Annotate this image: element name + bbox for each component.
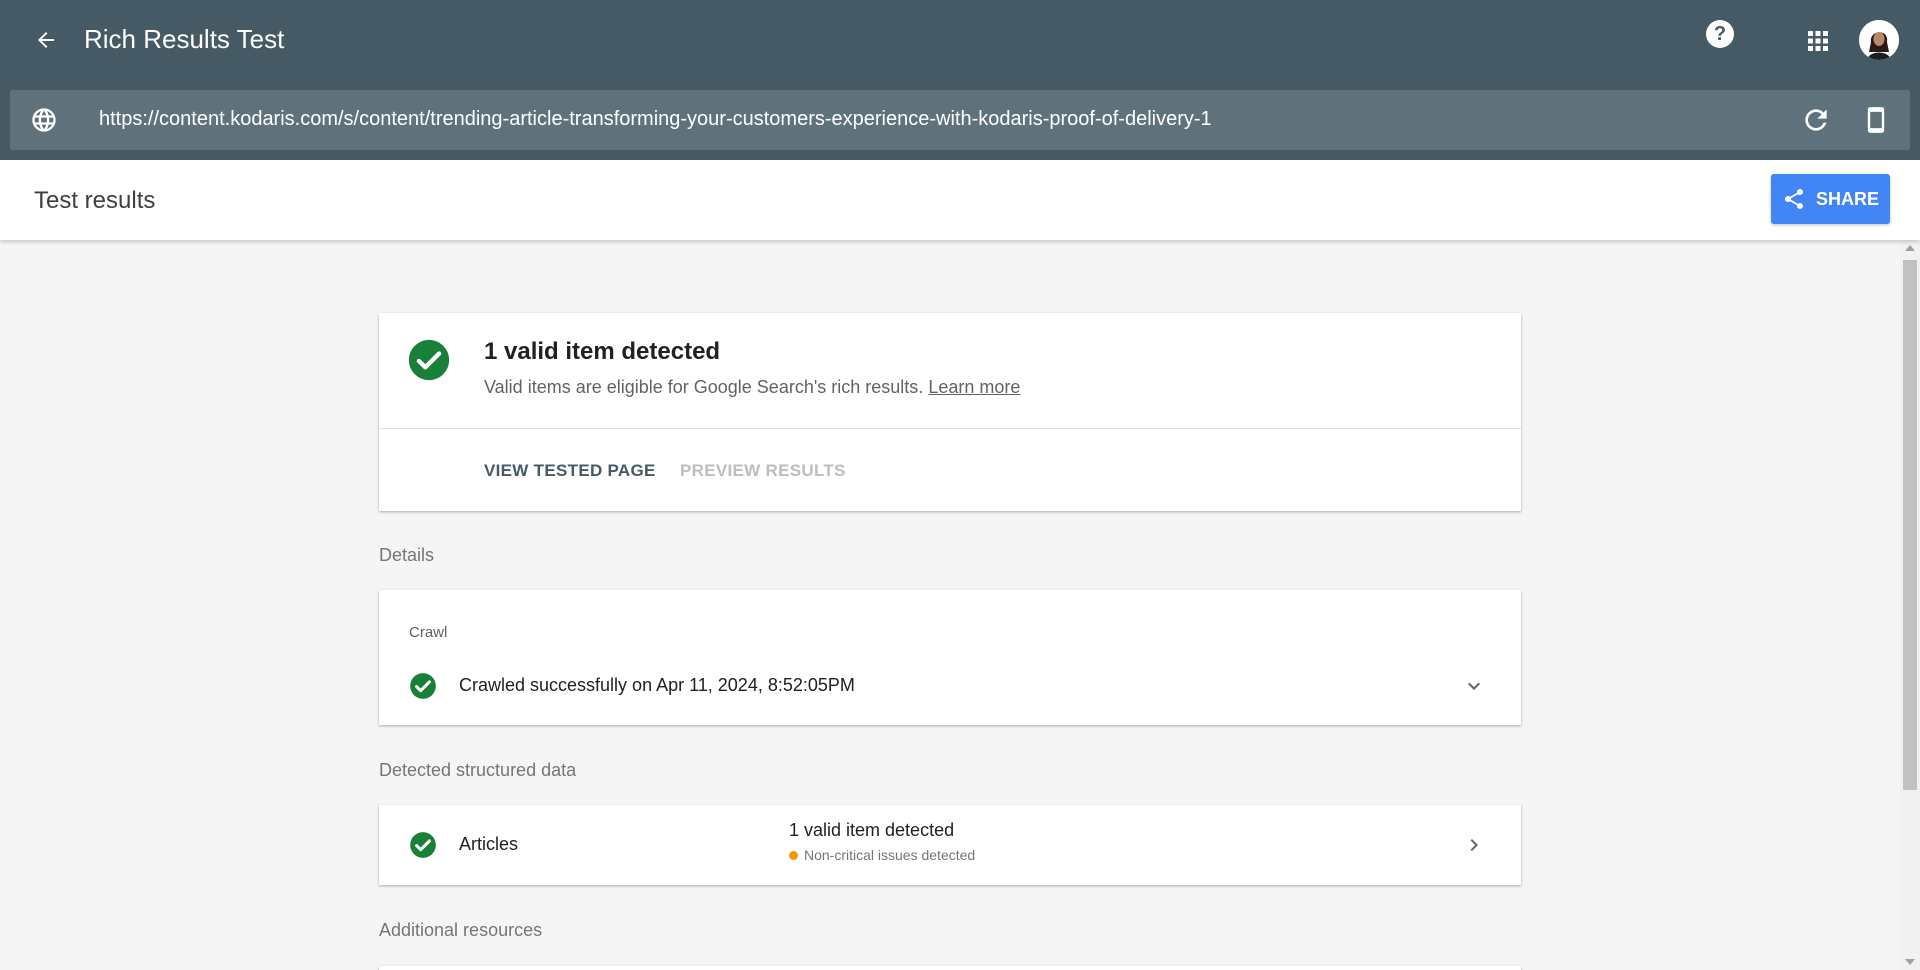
avatar[interactable] [1859,20,1899,60]
main-content: 1 valid item detected Valid items are el… [0,240,1900,970]
url-input[interactable]: https://content.kodaris.com/s/content/tr… [99,108,1212,131]
summary-title: 1 valid item detected [484,338,721,365]
check-circle-icon [410,832,436,858]
refresh-icon[interactable] [1800,104,1832,136]
app-header: Rich Results Test ? https://content.koda… [0,0,1920,160]
apps-grid-icon[interactable] [1803,26,1833,56]
structured-data-heading: Detected structured data [379,760,577,780]
learn-more-link[interactable]: Learn more [928,377,1020,397]
url-bar: https://content.kodaris.com/s/content/tr… [10,90,1910,150]
scroll-up-icon[interactable] [1905,245,1915,251]
additional-resources-card [379,966,1521,970]
check-circle-icon [410,673,436,699]
articles-row[interactable]: Articles 1 valid item detected Non-criti… [379,805,1521,885]
articles-substatus: Non-critical issues detected [789,847,975,863]
summary-description: Valid items are eligible for Google Sear… [484,377,1020,398]
globe-icon [32,108,56,132]
summary-description-text: Valid items are eligible for Google Sear… [484,377,924,397]
check-circle-icon [408,339,450,381]
share-button[interactable]: SHARE [1771,174,1890,224]
app-title: Rich Results Test [84,24,285,54]
articles-status: 1 valid item detected [789,820,955,840]
page-title: Test results [34,187,156,214]
share-label: SHARE [1815,188,1879,209]
share-icon [1784,189,1803,209]
tab-view-tested-page[interactable]: VIEW TESTED PAGE [484,461,656,481]
scrollbar-thumb[interactable] [1903,260,1917,790]
back-button[interactable] [28,22,64,58]
crawl-status: Crawled successfully on Apr 11, 2024, 8:… [459,675,855,695]
tab-preview-results[interactable]: PREVIEW RESULTS [680,461,846,481]
chevron-down-icon[interactable] [1462,674,1486,698]
scroll-down-icon[interactable] [1905,959,1915,965]
results-toolbar: Test results SHARE [0,160,1920,240]
additional-resources-heading: Additional resources [379,920,543,940]
summary-card: 1 valid item detected Valid items are el… [379,313,1521,511]
scrollbar[interactable] [1900,240,1920,970]
articles-label: Articles [459,834,519,854]
arrow-back-icon [38,32,54,48]
warning-dot-icon [789,850,798,860]
divider [379,428,1521,429]
crawl-card[interactable]: Crawl Crawled successfully on Apr 11, 20… [379,590,1521,725]
articles-substatus-text: Non-critical issues detected [804,847,976,863]
details-heading: Details [379,545,435,565]
smartphone-icon[interactable] [1862,104,1890,136]
crawl-label: Crawl [409,624,448,641]
help-icon[interactable]: ? [1706,20,1734,48]
chevron-right-icon[interactable] [1462,833,1486,857]
